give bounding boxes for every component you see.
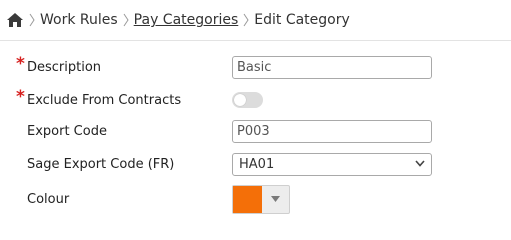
description-input[interactable] xyxy=(232,55,432,79)
description-label: Description xyxy=(27,59,102,75)
home-icon[interactable] xyxy=(6,11,24,29)
breadcrumb: Work Rules Pay Categories Edit Category xyxy=(0,0,511,41)
exclude-from-contracts-row: * Exclude From Contracts xyxy=(0,86,511,114)
chevron-right-icon xyxy=(29,13,35,27)
caret-down-icon[interactable] xyxy=(262,186,289,213)
required-marker: * xyxy=(16,87,25,107)
breadcrumb-work-rules[interactable]: Work Rules xyxy=(40,12,118,28)
colour-row: Colour xyxy=(0,183,511,215)
chevron-right-icon xyxy=(123,13,129,27)
exclude-from-contracts-label: Exclude From Contracts xyxy=(27,92,182,108)
sage-export-code-label: Sage Export Code (FR) xyxy=(27,156,175,172)
required-marker: * xyxy=(16,54,25,74)
exclude-from-contracts-toggle[interactable] xyxy=(232,92,263,108)
sage-export-code-row: Sage Export Code (FR) HA01 xyxy=(0,150,511,178)
breadcrumb-pay-categories-link[interactable]: Pay Categories xyxy=(134,12,239,28)
colour-swatch[interactable] xyxy=(233,185,262,213)
description-row: * Description xyxy=(0,53,511,81)
export-code-label: Export Code xyxy=(27,123,107,139)
export-code-input[interactable] xyxy=(232,119,432,143)
export-code-row: Export Code xyxy=(0,117,511,145)
sage-export-code-value: HA01 xyxy=(239,156,275,172)
chevron-right-icon xyxy=(243,13,249,27)
breadcrumb-edit-category: Edit Category xyxy=(254,12,350,28)
sage-export-code-select[interactable]: HA01 xyxy=(232,152,432,176)
colour-label: Colour xyxy=(27,191,70,207)
toggle-knob xyxy=(234,94,246,106)
colour-picker[interactable] xyxy=(232,184,290,214)
chevron-down-icon xyxy=(415,160,425,168)
